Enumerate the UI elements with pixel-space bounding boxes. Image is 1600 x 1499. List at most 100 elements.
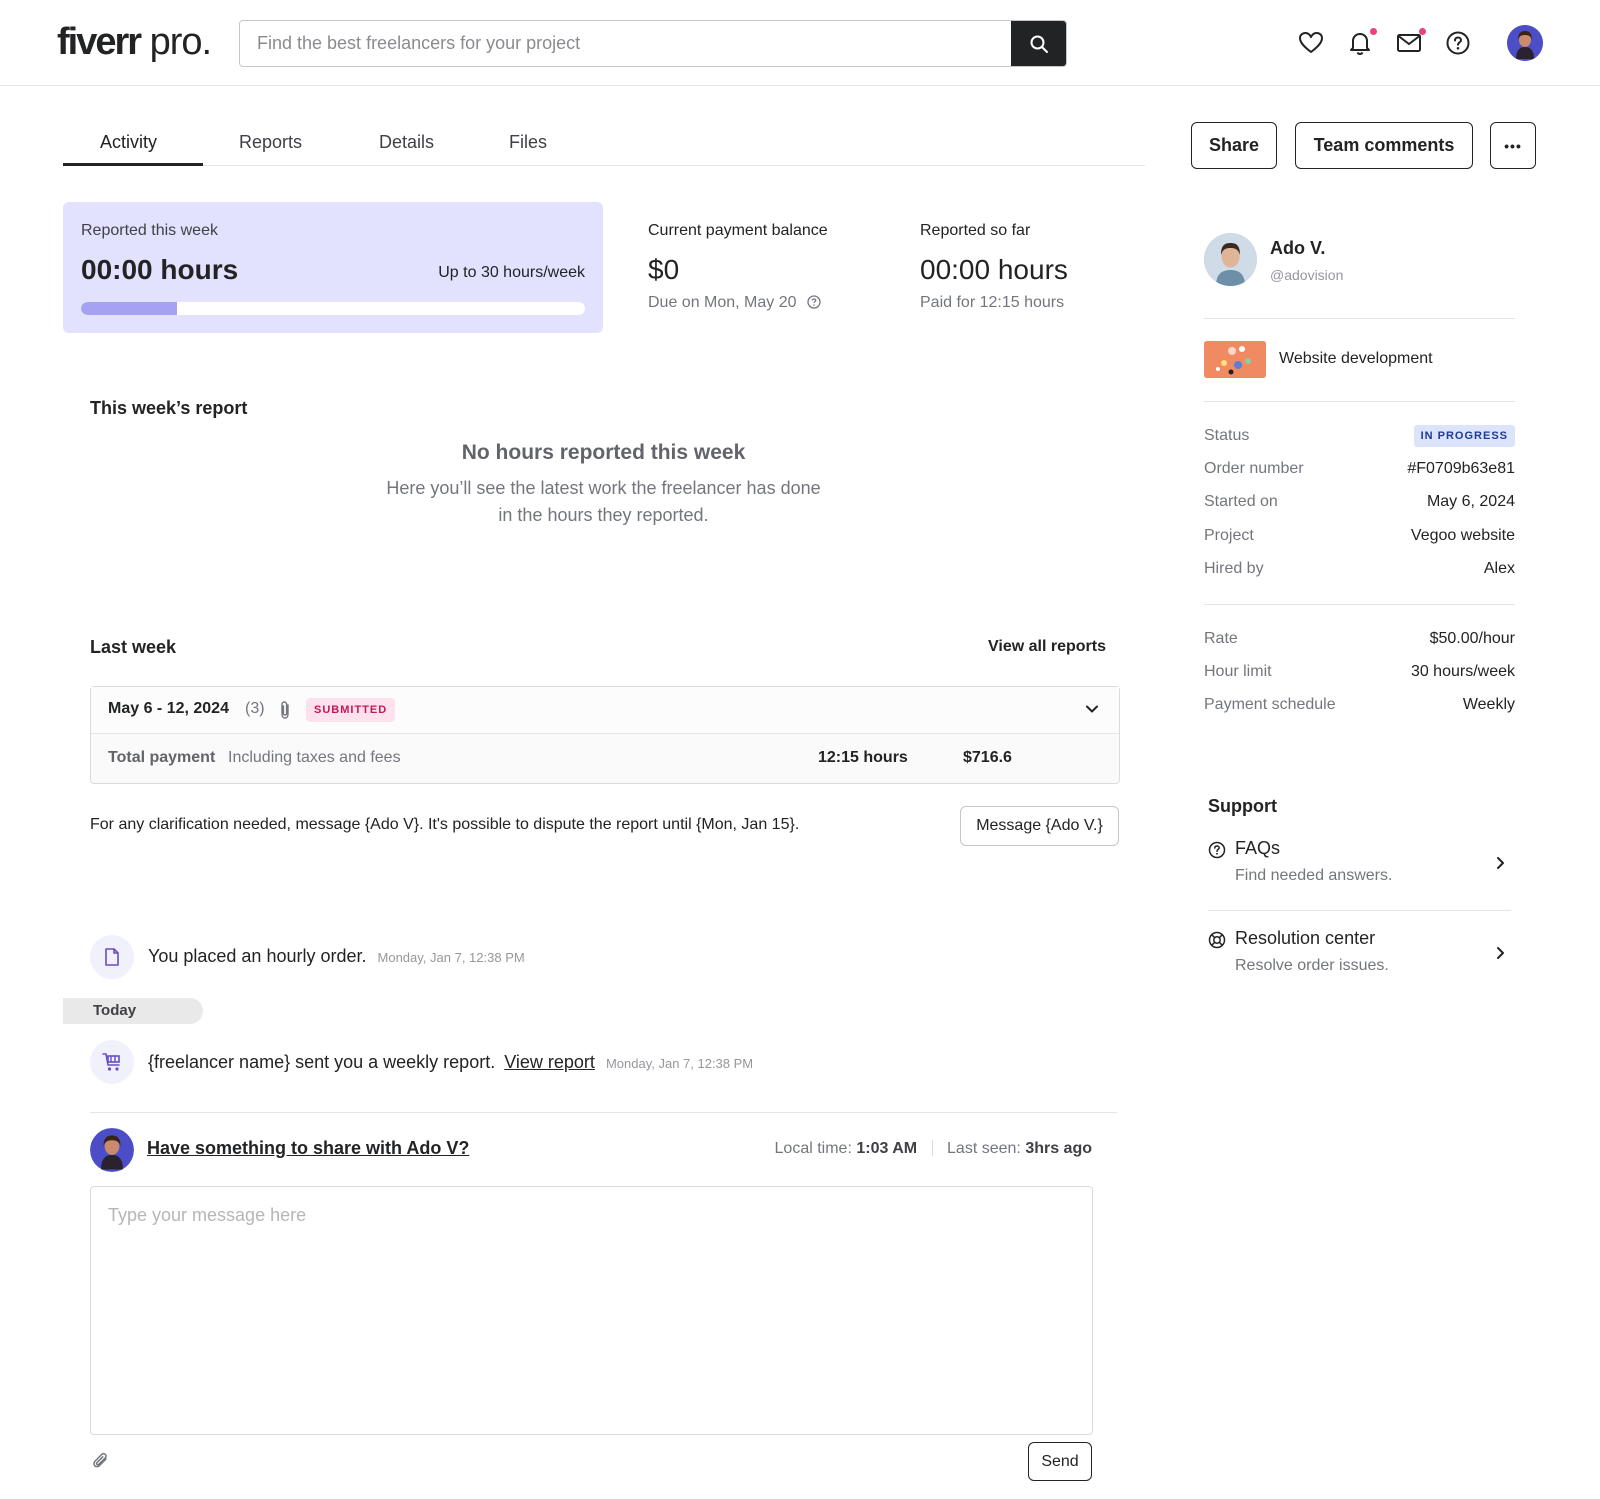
info-icon[interactable]: [807, 295, 821, 309]
chevron-down-icon[interactable]: [1085, 704, 1099, 714]
term-hour-limit: Hour limit 30 hours/week: [1204, 663, 1515, 687]
tab-activity[interactable]: Activity: [100, 132, 157, 153]
local-time-label: Local time:: [774, 1140, 852, 1157]
report-activity-time: Monday, Jan 7, 12:38 PM: [605, 1056, 754, 1071]
help-icon: [1446, 31, 1470, 55]
paperclip-icon[interactable]: [91, 1451, 111, 1471]
view-report-link[interactable]: View report: [504, 1052, 595, 1072]
heart-icon: [1299, 32, 1323, 53]
share-prompt-link[interactable]: Have something to share with Ado V?: [147, 1138, 469, 1159]
term-value: $50.00/hour: [1429, 630, 1515, 647]
activity-divider: [90, 1112, 1117, 1113]
balance-due: Due on Mon, May 20: [648, 294, 821, 312]
freelancer-avatar-icon: [1204, 233, 1257, 286]
document-icon: [105, 948, 119, 966]
balance-value: $0: [648, 254, 680, 285]
search-bar: [239, 20, 1067, 67]
term-payment-schedule: Payment schedule Weekly: [1204, 696, 1515, 720]
question-icon: [1208, 841, 1226, 859]
last-seen-value: 3hrs ago: [1025, 1140, 1092, 1157]
detail-value: May 6, 2024: [1426, 493, 1515, 510]
week-hours-value: 00:00 hours: [81, 254, 239, 285]
cart-report-icon: [102, 1053, 120, 1071]
report-count: (3): [245, 700, 265, 717]
submitted-badge: SUBMITTED: [306, 698, 396, 722]
order-activity: You placed an hourly order. Monday, Jan …: [148, 946, 525, 967]
mail-icon: [1397, 34, 1421, 52]
last-week-report: May 6 - 12, 2024 (3) SUBMITTED Total pay…: [90, 686, 1120, 784]
help-button[interactable]: [1442, 27, 1474, 59]
status-badge: IN PROGRESS: [1413, 425, 1515, 447]
resolution-title: Resolution center: [1235, 928, 1376, 948]
faqs-sub: Find needed answers.: [1235, 867, 1393, 884]
send-button[interactable]: Send: [1028, 1442, 1092, 1481]
detail-project: Project Vegoo website: [1204, 527, 1515, 551]
active-tab-indicator: [63, 163, 203, 166]
tab-files[interactable]: Files: [509, 132, 547, 153]
gig-title[interactable]: Website development: [1279, 350, 1433, 368]
empty-state-line-2: in the hours they reported.: [498, 505, 709, 525]
sidebar-divider-1: [1204, 318, 1515, 319]
freelancer-name[interactable]: Ado V.: [1270, 238, 1325, 259]
freelancer-avatar[interactable]: [1204, 233, 1257, 286]
presence-info: Local time: 1:03 AM Last seen: 3hrs ago: [775, 1140, 1092, 1158]
report-header-row[interactable]: May 6 - 12, 2024 (3) SUBMITTED: [91, 687, 1119, 734]
lifebuoy-icon: [1208, 931, 1226, 949]
tab-reports[interactable]: Reports: [239, 132, 302, 153]
team-comments-button[interactable]: Team comments: [1295, 122, 1473, 169]
message-input[interactable]: [91, 1187, 1092, 1434]
message-box: [90, 1186, 1093, 1435]
message-dot: [1419, 28, 1426, 35]
fiverr-pro-logo[interactable]: fiverr pro.: [57, 20, 212, 64]
term-value: Weekly: [1462, 696, 1515, 713]
detail-value: #F0709b63e81: [1407, 460, 1515, 477]
chevron-right-icon: [1497, 947, 1504, 959]
user-avatar[interactable]: [1507, 25, 1543, 61]
favorites-button[interactable]: [1295, 27, 1327, 59]
search-button[interactable]: [1011, 21, 1066, 66]
top-header: fiverr pro.: [0, 0, 1600, 86]
search-input[interactable]: [240, 21, 1012, 66]
messages-button[interactable]: [1393, 27, 1426, 59]
total-payment-label: Total payment: [108, 749, 216, 766]
gig-thumbnail[interactable]: [1204, 341, 1266, 378]
detail-key: Hired by: [1204, 560, 1264, 577]
support-resolution-center[interactable]: Resolution center Resolve order issues.: [1208, 928, 1511, 980]
freelancer-handle: @adovision: [1270, 267, 1344, 283]
so-far-label: Reported so far: [920, 222, 1031, 239]
notifications-button[interactable]: [1344, 27, 1377, 59]
reported-this-week-card: Reported this week 00:00 hours Up to 30 …: [63, 202, 603, 333]
so-far-value: 00:00 hours: [920, 254, 1068, 285]
support-title: Support: [1208, 796, 1277, 816]
tab-bar: Activity Reports Details Files: [63, 120, 1145, 166]
more-options-button[interactable]: •••: [1490, 122, 1536, 169]
term-value: 30 hours/week: [1410, 663, 1515, 680]
balance-label: Current payment balance: [648, 222, 828, 239]
faqs-title: FAQs: [1235, 838, 1281, 858]
resolution-sub: Resolve order issues.: [1235, 957, 1389, 974]
support-faqs[interactable]: FAQs Find needed answers.: [1208, 838, 1511, 890]
total-payment-sub: Including taxes and fees: [228, 749, 401, 766]
attachment-icon: [281, 701, 289, 719]
total-hours: 12:15 hours: [818, 749, 908, 766]
view-all-reports-link[interactable]: View all reports: [988, 638, 1106, 656]
total-amount: $716.6: [963, 749, 1012, 766]
tab-details[interactable]: Details: [379, 132, 434, 153]
detail-value: Alex: [1483, 560, 1515, 577]
share-button[interactable]: Share: [1191, 122, 1277, 169]
sidebar-divider-2: [1204, 401, 1515, 402]
support-divider: [1208, 910, 1511, 911]
chevron-right-icon: [1497, 857, 1504, 869]
order-activity-text: You placed an hourly order.: [148, 946, 367, 966]
so-far-paid: Paid for 12:15 hours: [920, 294, 1065, 311]
message-freelancer-button[interactable]: Message {Ado V.}: [960, 806, 1119, 846]
last-week-title: Last week: [90, 637, 177, 657]
today-divider: Today: [63, 998, 203, 1024]
report-activity-icon-wrap: [90, 1040, 134, 1084]
notification-dot: [1370, 28, 1377, 35]
detail-started-on: Started on May 6, 2024: [1204, 493, 1515, 517]
gig-illustration-icon: [1204, 341, 1266, 378]
clarification-note: For any clarification needed, message {A…: [90, 816, 800, 833]
bell-icon: [1350, 33, 1370, 56]
detail-status: Status IN PROGRESS: [1204, 425, 1515, 451]
